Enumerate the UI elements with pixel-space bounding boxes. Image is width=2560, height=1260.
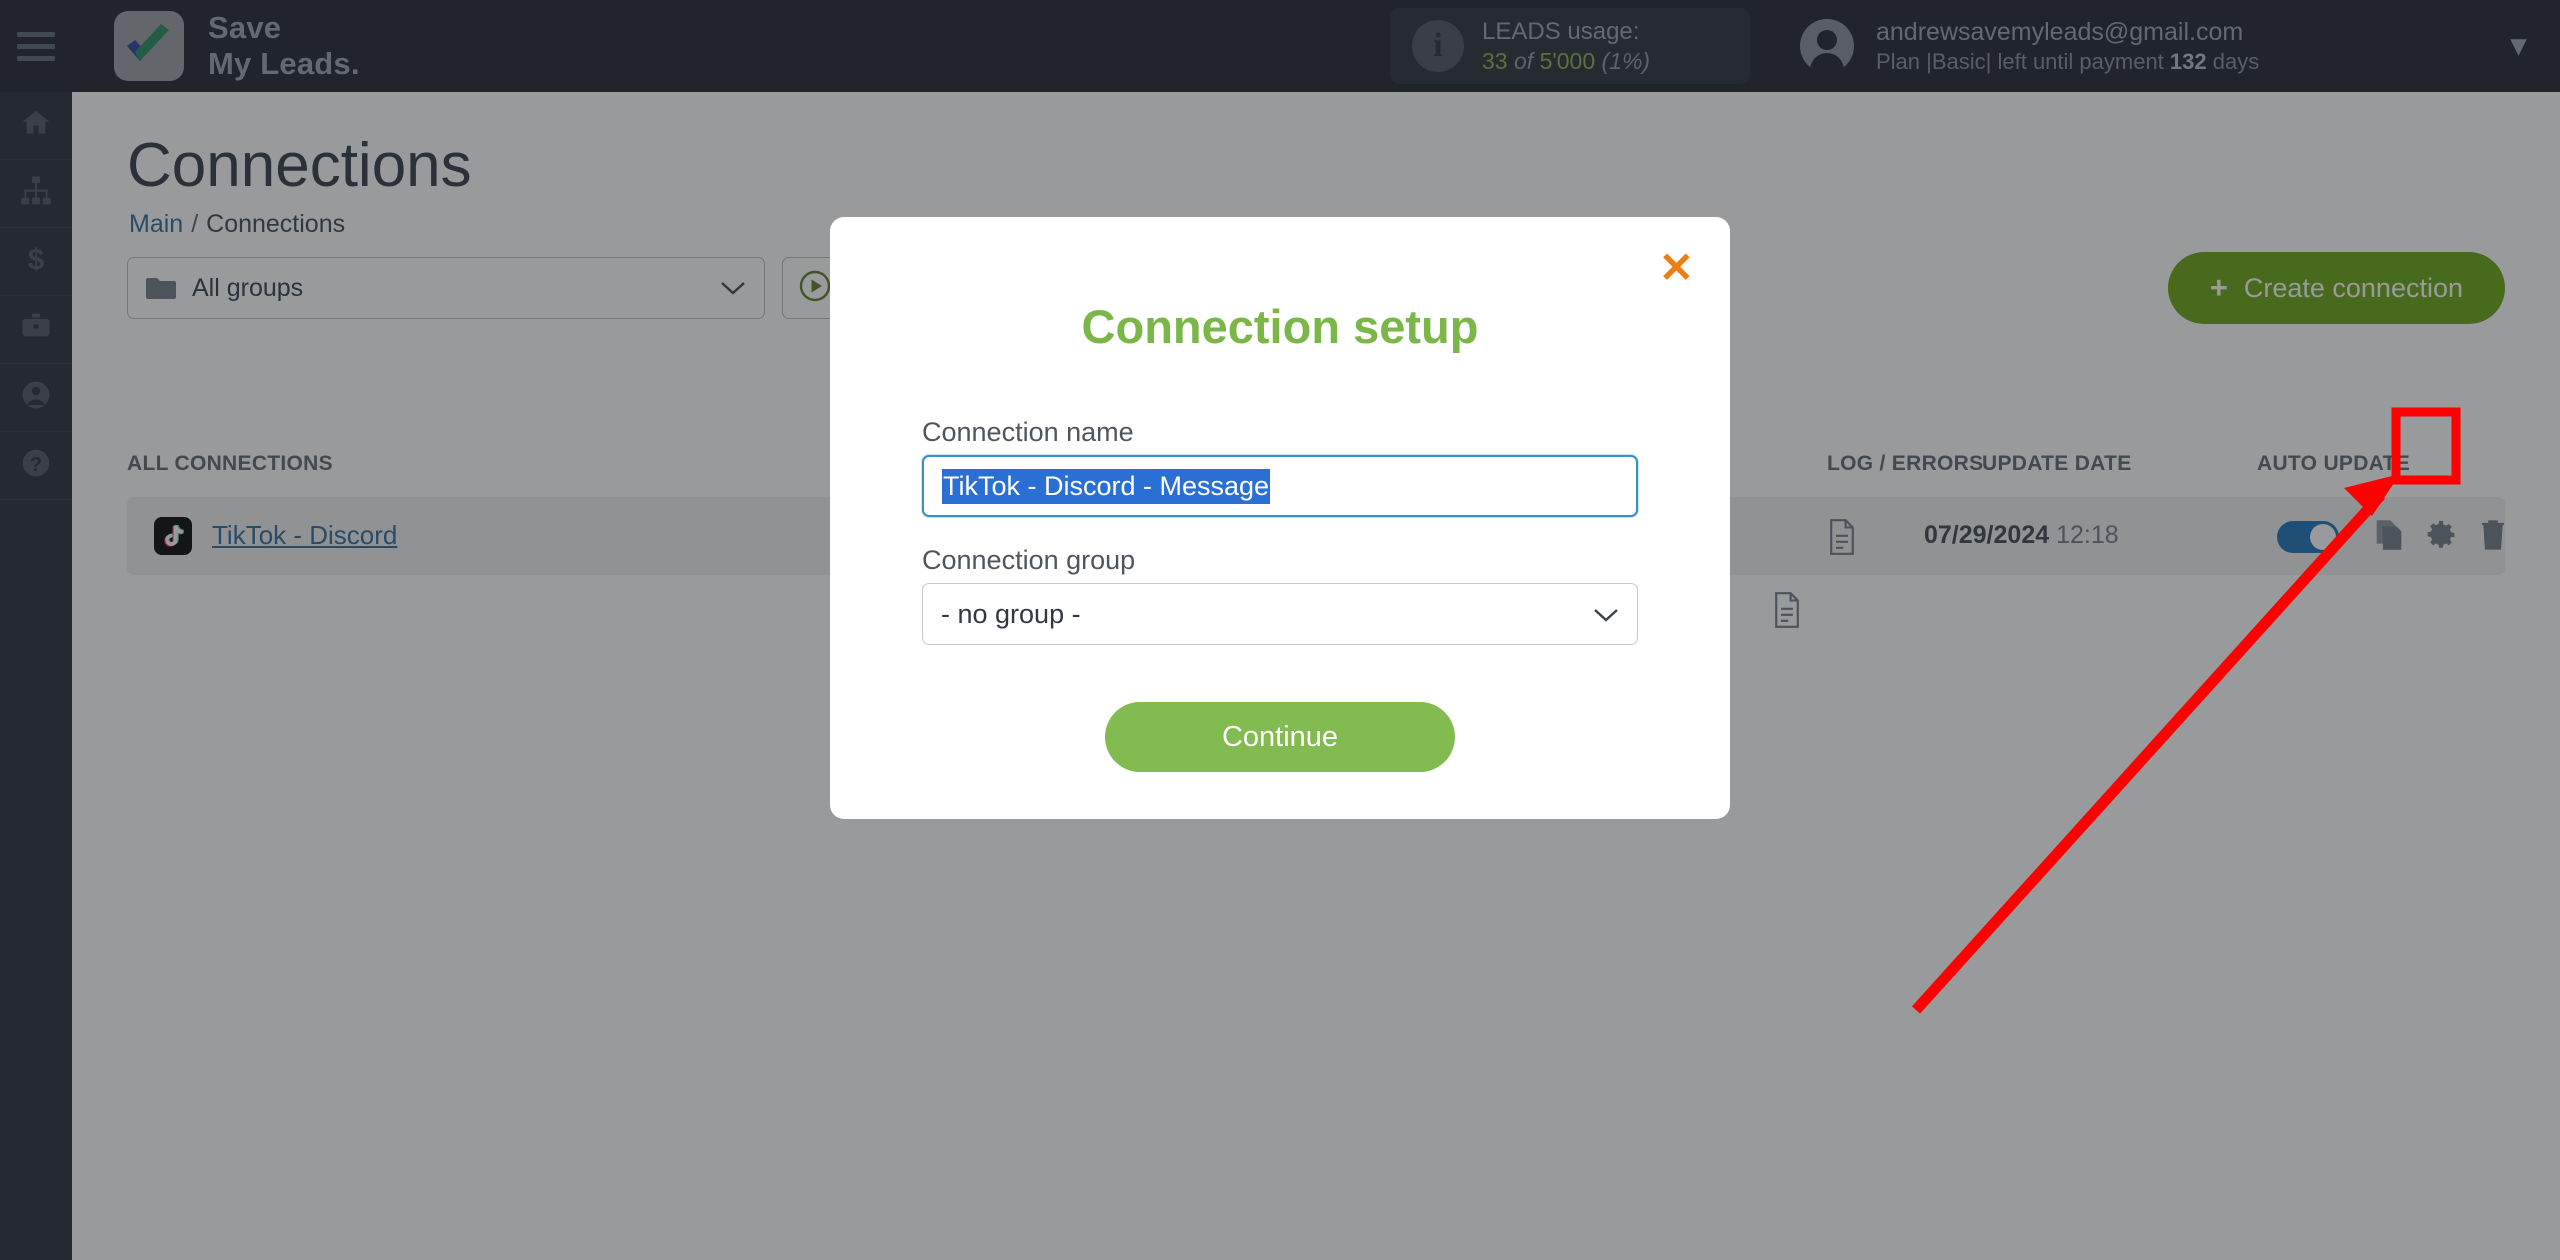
connection-name-input[interactable]: TikTok - Discord - Message xyxy=(922,455,1638,517)
connection-group-select[interactable]: - no group - xyxy=(922,583,1638,645)
connection-name-label: Connection name xyxy=(922,417,1134,447)
connection-setup-modal: ✕ Connection setup Connection name TikTo… xyxy=(830,217,1730,819)
close-icon[interactable]: ✕ xyxy=(1659,247,1694,289)
modal-title: Connection setup xyxy=(1081,300,1479,353)
connection-group-label: Connection group xyxy=(922,545,1136,575)
connection-name-value: TikTok - Discord - Message xyxy=(942,468,1271,504)
connection-group-value: - no group - xyxy=(941,598,1081,629)
continue-button[interactable]: Continue xyxy=(1105,702,1455,772)
chevron-down-icon xyxy=(1593,599,1619,630)
